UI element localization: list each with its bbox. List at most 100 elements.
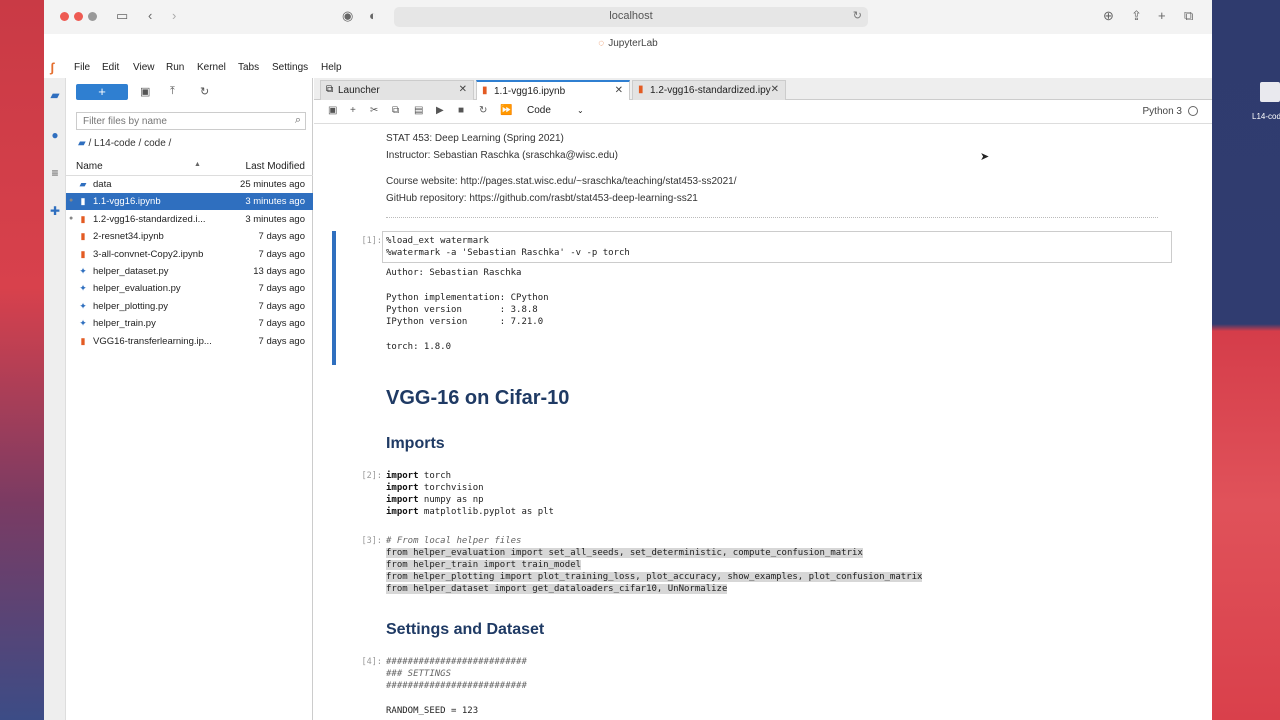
output-line: torch: 1.8.0 [386, 342, 452, 352]
file-name: data [93, 179, 112, 190]
menu-run[interactable]: Run [166, 62, 184, 73]
zoom-window-button[interactable] [88, 12, 97, 21]
file-row[interactable]: ▰ data 25 minutes ago [66, 176, 313, 193]
input-prompt: [3]: [361, 536, 382, 546]
code-line: import numpy as np [386, 495, 484, 505]
new-launcher-button[interactable]: + [76, 84, 128, 100]
new-folder-icon[interactable]: ▣ [140, 85, 150, 98]
code-line: RANDOM_SEED = 123 [386, 706, 479, 716]
sidebar-toggle-icon[interactable]: ▭ [116, 8, 128, 24]
code-line: from helper_plotting import plot_trainin… [386, 572, 923, 582]
file-modified: 3 minutes ago [245, 213, 305, 225]
file-name: VGG16-transferlearning.ip... [93, 335, 212, 347]
file-row[interactable]: ▮ VGG16-transferlearning.ip... 7 days ago [66, 333, 313, 350]
share-icon[interactable]: ⇪ [1131, 8, 1142, 24]
markdown-text: Instructor: Sebastian Raschka (sraschka@… [386, 150, 618, 161]
file-row[interactable]: ✦ helper_plotting.py 7 days ago [66, 298, 313, 315]
cut-icon[interactable]: ✂ [370, 105, 378, 116]
privacy-icon[interactable]: ◉ [342, 8, 353, 24]
tab-label: Launcher [338, 85, 380, 96]
menu-file[interactable]: File [74, 62, 90, 73]
notebook-icon: ▮ [80, 248, 86, 259]
file-modified: 7 days ago [258, 231, 305, 243]
reload-icon[interactable]: ↻ [853, 9, 862, 22]
restart-icon[interactable]: ↻ [479, 105, 487, 116]
notebook-icon: ▮ [80, 196, 86, 207]
folder-icon[interactable]: ▰ [48, 88, 62, 102]
menu-help[interactable]: Help [321, 62, 342, 73]
cell-type-select[interactable]: Code ⌄ [527, 104, 591, 119]
close-tab-icon[interactable]: ✕ [459, 84, 467, 95]
insert-cell-icon[interactable]: + [350, 105, 356, 116]
file-row[interactable]: ✦ helper_train.py 7 days ago [66, 315, 313, 332]
menu-kernel[interactable]: Kernel [197, 62, 226, 73]
menu-settings[interactable]: Settings [272, 62, 308, 73]
copy-icon[interactable]: ⧉ [392, 105, 399, 116]
markdown-text: STAT 453: Deep Learning (Spring 2021) [386, 133, 564, 144]
notebook-icon: ▮ [80, 335, 86, 346]
new-tab-icon[interactable]: + [1158, 8, 1166, 24]
forward-icon[interactable]: › [172, 8, 176, 24]
close-window-button[interactable] [60, 12, 69, 21]
left-activity-bar: ▰ ● ≡ ✚ [44, 78, 66, 720]
output-line: IPython version : 7.21.0 [386, 317, 544, 327]
menu-view[interactable]: View [133, 62, 155, 73]
close-tab-icon[interactable]: ✕ [771, 84, 779, 95]
stop-icon[interactable]: ■ [458, 105, 464, 116]
menu-tabs[interactable]: Tabs [238, 62, 259, 73]
command-palette-icon[interactable]: ≡ [48, 166, 62, 180]
output-line: Author: Sebastian Raschka [386, 268, 522, 278]
shield-icon[interactable]: ◐ [369, 8, 377, 24]
file-row[interactable]: ● ▮ 1.1-vgg16.ipynb 3 minutes ago [66, 193, 313, 211]
close-tab-icon[interactable]: ✕ [615, 85, 623, 96]
chevron-down-icon: ⌄ [577, 106, 584, 115]
back-icon[interactable]: ‹ [148, 8, 152, 24]
upload-icon[interactable]: ⤒ [170, 85, 175, 98]
output-line: Python version : 3.8.8 [386, 305, 538, 315]
cell-collapser[interactable] [332, 231, 336, 365]
file-row[interactable]: ▮ 2-resnet34.ipynb 7 days ago [66, 228, 313, 245]
main-dock: ⧉ Launcher ✕ ▮ 1.1-vgg16.ipynb ✕ ▮ 1.2-v… [314, 78, 1212, 720]
breadcrumb[interactable]: ▰ / L14-code / code / [78, 138, 171, 149]
extension-icon[interactable]: ✚ [48, 204, 62, 218]
file-name: 3-all-convnet-Copy2.ipynb [93, 248, 204, 260]
code-comment: # From local helper files [386, 536, 522, 546]
code-line: import matplotlib.pyplot as plt [386, 507, 554, 517]
filter-files-input[interactable] [77, 113, 277, 130]
tab-vgg16-standardized[interactable]: ▮ 1.2-vgg16-standardized.ipy ✕ [632, 80, 786, 100]
kernel-status-icon [1188, 106, 1198, 116]
save-icon[interactable]: ▣ [328, 105, 337, 116]
column-modified-header[interactable]: Last Modified [246, 161, 305, 172]
menu-edit[interactable]: Edit [102, 62, 119, 73]
desktop-folder-icon[interactable] [1260, 82, 1280, 102]
markdown-link[interactable]: Course website: http://pages.stat.wisc.e… [386, 176, 736, 187]
address-bar[interactable]: localhost ↻ [394, 7, 868, 27]
kernel-name[interactable]: Python 3 [1143, 106, 1182, 117]
page-title: ◌ JupyterLab [598, 38, 658, 49]
minimize-window-button[interactable] [74, 12, 83, 21]
refresh-icon[interactable]: ↻ [200, 85, 209, 98]
file-modified: 7 days ago [258, 318, 305, 330]
file-name: helper_evaluation.py [93, 283, 181, 295]
tab-overview-icon[interactable]: ⧉ [1184, 8, 1193, 24]
python-file-icon: ✦ [79, 300, 87, 311]
notebook-panel[interactable]: STAT 453: Deep Learning (Spring 2021) In… [314, 125, 1212, 720]
code-comment: ########################## [386, 681, 527, 691]
file-row[interactable]: ▮ 3-all-convnet-Copy2.ipynb 7 days ago [66, 246, 313, 263]
desktop-background-left [0, 0, 44, 720]
file-row[interactable]: ✦ helper_dataset.py 13 days ago [66, 263, 313, 280]
tab-vgg16-notebook[interactable]: ▮ 1.1-vgg16.ipynb ✕ [476, 80, 630, 101]
column-name-header[interactable]: Name [76, 161, 103, 172]
run-icon[interactable]: ▶ [436, 105, 444, 116]
fast-forward-icon[interactable]: ⏩ [500, 105, 512, 116]
desktop-background-right [1212, 0, 1280, 720]
file-row[interactable]: ● ▮ 1.2-vgg16-standardized.i... 3 minutes a… [66, 211, 313, 228]
download-icon[interactable]: ⊕ [1103, 8, 1114, 24]
markdown-link[interactable]: GitHub repository: https://github.com/ra… [386, 193, 698, 204]
paste-icon[interactable]: ▤ [414, 105, 423, 116]
filter-files-field[interactable]: ⌕ [76, 112, 306, 130]
running-icon[interactable]: ● [48, 128, 62, 142]
file-row[interactable]: ✦ helper_evaluation.py 7 days ago [66, 280, 313, 297]
file-browser: + ▣ ⤒ ↻ ⌕ ▰ / L14-code / code / Name ▲ L… [66, 78, 313, 720]
tab-launcher[interactable]: ⧉ Launcher ✕ [320, 80, 474, 100]
